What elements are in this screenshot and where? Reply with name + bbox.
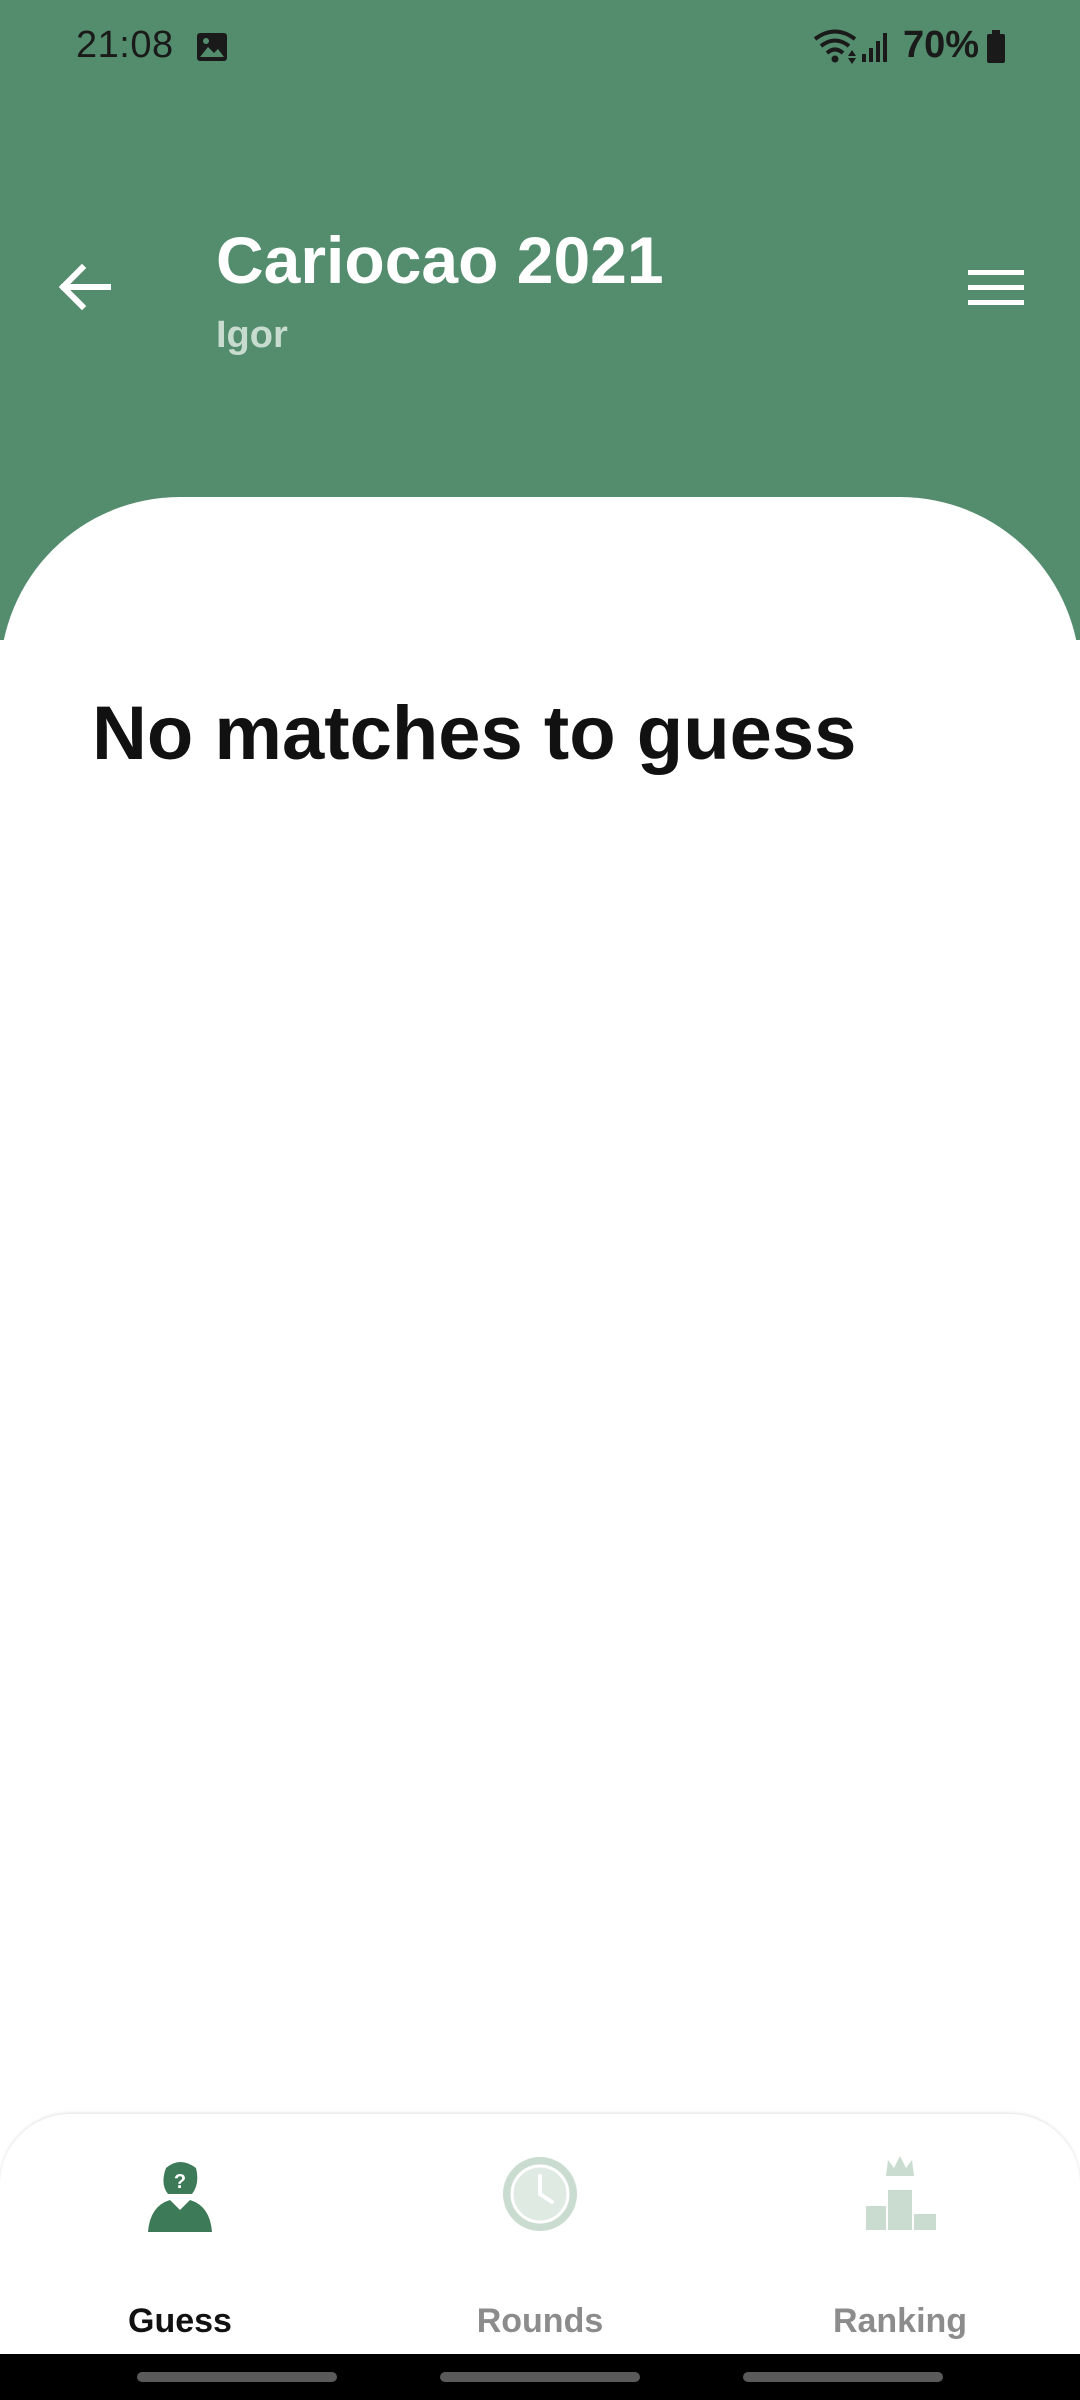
- nav-item-rounds[interactable]: Rounds: [360, 2114, 720, 2354]
- clock-icon: [503, 2157, 577, 2231]
- hamburger-menu-icon: [968, 270, 1024, 305]
- battery-icon: [987, 30, 1005, 63]
- battery-percent: 70%: [903, 24, 980, 66]
- wifi-icon: [813, 29, 857, 64]
- gesture-pill-center[interactable]: [440, 2372, 640, 2382]
- arrow-left-icon: [58, 263, 111, 311]
- back-button[interactable]: [50, 252, 120, 322]
- system-gesture-bar: [0, 2354, 1080, 2400]
- svg-text:?: ?: [174, 2171, 186, 2193]
- bottom-navigation: ? Guess Rounds Ranking: [0, 2114, 1080, 2354]
- page-title: Cariocao 2021: [216, 223, 664, 297]
- nav-item-guess[interactable]: ? Guess: [0, 2114, 360, 2354]
- image-notification-icon: [197, 33, 227, 61]
- nav-item-ranking[interactable]: Ranking: [720, 2114, 1080, 2354]
- status-time: 21:08: [76, 24, 174, 66]
- empty-state-message: No matches to guess: [92, 691, 857, 776]
- nav-label-rounds: Rounds: [476, 2302, 604, 2340]
- menu-button[interactable]: [960, 256, 1032, 320]
- nav-label-ranking: Ranking: [832, 2302, 968, 2340]
- page-subtitle: Igor: [216, 314, 288, 356]
- signal-icon: [862, 33, 887, 62]
- nav-label-guess: Guess: [128, 2302, 232, 2340]
- status-bar: 21:08 70%: [0, 0, 1080, 96]
- gesture-pill-left[interactable]: [137, 2372, 337, 2382]
- podium-crown-icon: [866, 2156, 936, 2230]
- gesture-pill-right[interactable]: [743, 2372, 943, 2382]
- guess-icon: ?: [148, 2162, 212, 2232]
